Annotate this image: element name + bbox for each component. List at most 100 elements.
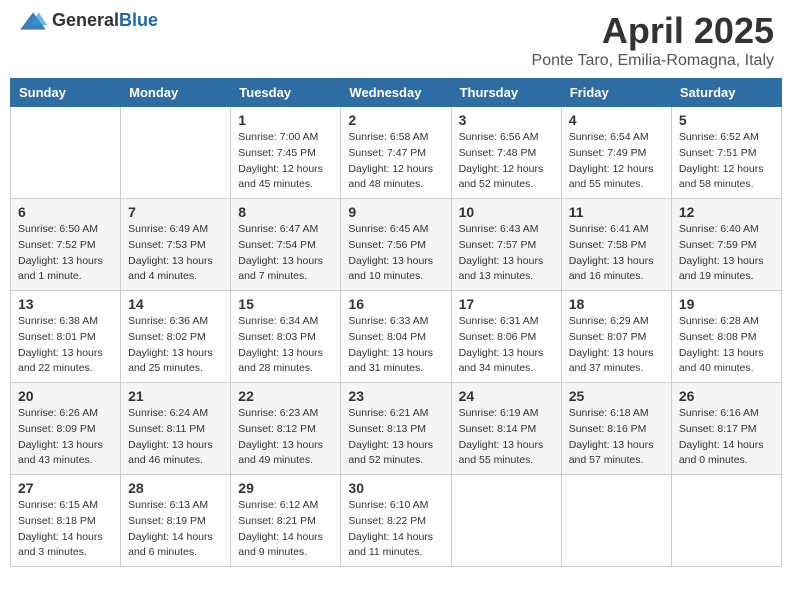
- day-info: Sunrise: 6:29 AMSunset: 8:07 PMDaylight:…: [569, 314, 664, 377]
- day-info: Sunrise: 6:38 AMSunset: 8:01 PMDaylight:…: [18, 314, 113, 377]
- day-number: 1: [238, 112, 333, 128]
- calendar-cell: 6Sunrise: 6:50 AMSunset: 7:52 PMDaylight…: [11, 199, 121, 291]
- calendar-cell: 20 Sunrise: 6:26 AMSunset: 8:09 PMDayligh…: [11, 383, 121, 475]
- day-info: Sunrise: 6:21 AMSunset: 8:13 PMDaylight:…: [348, 406, 443, 469]
- day-info: Sunrise: 7:00 AMSunset: 7:45 PMDaylight:…: [238, 130, 333, 193]
- day-number: 11: [569, 204, 664, 220]
- day-info: Sunrise: 6:41 AMSunset: 7:58 PMDaylight:…: [569, 222, 664, 285]
- calendar-cell: 9Sunrise: 6:45 AMSunset: 7:56 PMDaylight…: [341, 199, 451, 291]
- day-info: Sunrise: 6:54 AMSunset: 7:49 PMDaylight:…: [569, 130, 664, 193]
- day-info: Sunrise: 6:28 AMSunset: 8:08 PMDaylight:…: [679, 314, 774, 377]
- calendar-cell: 14 Sunrise: 6:36 AMSunset: 8:02 PMDayligh…: [121, 291, 231, 383]
- header: GeneralBlue April 2025 Ponte Taro, Emili…: [10, 10, 782, 70]
- day-number: 22: [238, 388, 333, 404]
- calendar-cell: 10 Sunrise: 6:43 AMSunset: 7:57 PMDayligh…: [451, 199, 561, 291]
- day-number: 15: [238, 296, 333, 312]
- day-number: 28: [128, 480, 223, 496]
- day-info: Sunrise: 6:56 AMSunset: 7:48 PMDaylight:…: [459, 130, 554, 193]
- day-info: Sunrise: 6:13 AMSunset: 8:19 PMDaylight:…: [128, 498, 223, 561]
- day-info: Sunrise: 6:49 AMSunset: 7:53 PMDaylight:…: [128, 222, 223, 285]
- day-number: 8: [238, 204, 333, 220]
- day-info: Sunrise: 6:24 AMSunset: 8:11 PMDaylight:…: [128, 406, 223, 469]
- day-number: 27: [18, 480, 113, 496]
- day-number: 4: [569, 112, 664, 128]
- day-info: Sunrise: 6:19 AMSunset: 8:14 PMDaylight:…: [459, 406, 554, 469]
- calendar-cell: 19 Sunrise: 6:28 AMSunset: 8:08 PMDayligh…: [671, 291, 781, 383]
- day-info: Sunrise: 6:40 AMSunset: 7:59 PMDaylight:…: [679, 222, 774, 285]
- week-row-2: 6Sunrise: 6:50 AMSunset: 7:52 PMDaylight…: [11, 199, 782, 291]
- weekday-header-saturday: Saturday: [671, 79, 781, 107]
- day-info: Sunrise: 6:31 AMSunset: 8:06 PMDaylight:…: [459, 314, 554, 377]
- calendar-cell: 24 Sunrise: 6:19 AMSunset: 8:14 PMDayligh…: [451, 383, 561, 475]
- day-info: Sunrise: 6:43 AMSunset: 7:57 PMDaylight:…: [459, 222, 554, 285]
- day-info: Sunrise: 6:23 AMSunset: 8:12 PMDaylight:…: [238, 406, 333, 469]
- calendar-cell: 8 Sunrise: 6:47 AMSunset: 7:54 PMDaylight…: [231, 199, 341, 291]
- calendar-cell: 11 Sunrise: 6:41 AMSunset: 7:58 PMDayligh…: [561, 199, 671, 291]
- day-info: Sunrise: 6:26 AMSunset: 8:09 PMDaylight:…: [18, 406, 113, 469]
- calendar-cell: 16 Sunrise: 6:33 AMSunset: 8:04 PMDayligh…: [341, 291, 451, 383]
- week-row-3: 13 Sunrise: 6:38 AMSunset: 8:01 PMDayligh…: [11, 291, 782, 383]
- day-number: 5: [679, 112, 774, 128]
- calendar-cell: [121, 107, 231, 199]
- calendar-cell: 26Sunrise: 6:16 AMSunset: 8:17 PMDayligh…: [671, 383, 781, 475]
- calendar-cell: 23Sunrise: 6:21 AMSunset: 8:13 PMDayligh…: [341, 383, 451, 475]
- calendar-cell: 15 Sunrise: 6:34 AMSunset: 8:03 PMDayligh…: [231, 291, 341, 383]
- week-row-5: 27 Sunrise: 6:15 AMSunset: 8:18 PMDayligh…: [11, 475, 782, 567]
- day-number: 30: [348, 480, 443, 496]
- day-number: 26: [679, 388, 774, 404]
- weekday-header-wednesday: Wednesday: [341, 79, 451, 107]
- weekday-header-monday: Monday: [121, 79, 231, 107]
- day-info: Sunrise: 6:15 AMSunset: 8:18 PMDaylight:…: [18, 498, 113, 561]
- calendar-cell: [11, 107, 121, 199]
- week-row-4: 20 Sunrise: 6:26 AMSunset: 8:09 PMDayligh…: [11, 383, 782, 475]
- day-number: 2: [348, 112, 443, 128]
- day-info: Sunrise: 6:18 AMSunset: 8:16 PMDaylight:…: [569, 406, 664, 469]
- calendar-cell: 17 Sunrise: 6:31 AMSunset: 8:06 PMDayligh…: [451, 291, 561, 383]
- day-number: 24: [459, 388, 554, 404]
- day-info: Sunrise: 6:34 AMSunset: 8:03 PMDaylight:…: [238, 314, 333, 377]
- calendar-cell: 12 Sunrise: 6:40 AMSunset: 7:59 PMDayligh…: [671, 199, 781, 291]
- day-number: 19: [679, 296, 774, 312]
- day-number: 14: [128, 296, 223, 312]
- day-number: 16: [348, 296, 443, 312]
- logo-text: GeneralBlue: [52, 10, 158, 31]
- weekday-header-friday: Friday: [561, 79, 671, 107]
- day-number: 12: [679, 204, 774, 220]
- week-row-1: 1 Sunrise: 7:00 AMSunset: 7:45 PMDaylight…: [11, 107, 782, 199]
- calendar-table: SundayMondayTuesdayWednesdayThursdayFrid…: [10, 78, 782, 567]
- calendar-cell: 2 Sunrise: 6:58 AMSunset: 7:47 PMDaylight…: [341, 107, 451, 199]
- calendar-cell: 28 Sunrise: 6:13 AMSunset: 8:19 PMDayligh…: [121, 475, 231, 567]
- calendar-cell: 18Sunrise: 6:29 AMSunset: 8:07 PMDayligh…: [561, 291, 671, 383]
- day-info: Sunrise: 6:58 AMSunset: 7:47 PMDaylight:…: [348, 130, 443, 193]
- calendar-subtitle: Ponte Taro, Emilia-Romagna, Italy: [532, 52, 774, 70]
- day-info: Sunrise: 6:10 AMSunset: 8:22 PMDaylight:…: [348, 498, 443, 561]
- day-number: 25: [569, 388, 664, 404]
- calendar-cell: 13 Sunrise: 6:38 AMSunset: 8:01 PMDayligh…: [11, 291, 121, 383]
- logo-general: General: [52, 10, 119, 30]
- calendar-cell: [451, 475, 561, 567]
- day-number: 10: [459, 204, 554, 220]
- day-number: 21: [128, 388, 223, 404]
- calendar-cell: 5 Sunrise: 6:52 AMSunset: 7:51 PMDaylight…: [671, 107, 781, 199]
- day-info: Sunrise: 6:45 AMSunset: 7:56 PMDaylight:…: [348, 222, 443, 285]
- calendar-cell: 21 Sunrise: 6:24 AMSunset: 8:11 PMDayligh…: [121, 383, 231, 475]
- day-info: Sunrise: 6:36 AMSunset: 8:02 PMDaylight:…: [128, 314, 223, 377]
- day-info: Sunrise: 6:47 AMSunset: 7:54 PMDaylight:…: [238, 222, 333, 285]
- calendar-cell: 29 Sunrise: 6:12 AMSunset: 8:21 PMDayligh…: [231, 475, 341, 567]
- weekday-header-sunday: Sunday: [11, 79, 121, 107]
- calendar-cell: 1 Sunrise: 7:00 AMSunset: 7:45 PMDaylight…: [231, 107, 341, 199]
- day-number: 3: [459, 112, 554, 128]
- day-number: 13: [18, 296, 113, 312]
- day-info: Sunrise: 6:33 AMSunset: 8:04 PMDaylight:…: [348, 314, 443, 377]
- calendar-cell: [561, 475, 671, 567]
- day-number: 29: [238, 480, 333, 496]
- day-number: 6: [18, 204, 113, 220]
- calendar-title: April 2025: [532, 10, 774, 52]
- day-info: Sunrise: 6:12 AMSunset: 8:21 PMDaylight:…: [238, 498, 333, 561]
- logo-blue: Blue: [119, 10, 158, 30]
- day-number: 17: [459, 296, 554, 312]
- day-number: 20: [18, 388, 113, 404]
- day-info: Sunrise: 6:52 AMSunset: 7:51 PMDaylight:…: [679, 130, 774, 193]
- calendar-cell: 27 Sunrise: 6:15 AMSunset: 8:18 PMDayligh…: [11, 475, 121, 567]
- calendar-cell: 3 Sunrise: 6:56 AMSunset: 7:48 PMDaylight…: [451, 107, 561, 199]
